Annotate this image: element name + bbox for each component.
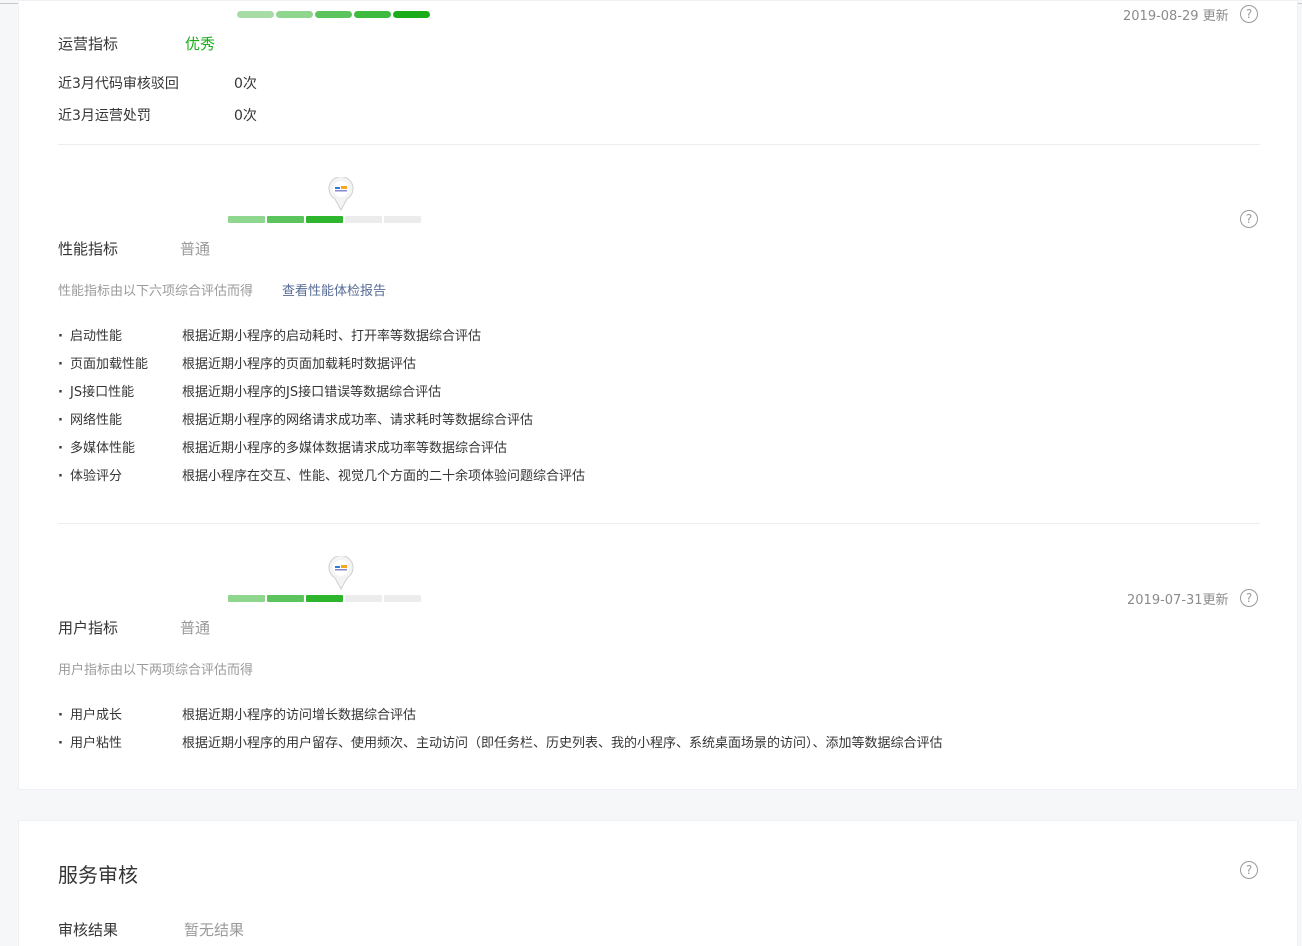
- ops-updated-date: 2019-08-29 更新: [1123, 9, 1229, 24]
- user-item-name: 用户成长: [58, 704, 122, 723]
- perf-item-desc: 根据近期小程序的页面加载耗时数据评估: [182, 357, 417, 372]
- ops-level-segment-2: [276, 11, 313, 18]
- ops-row-label: 近3月运营处罚: [58, 108, 151, 124]
- ops-level-segment-5: [393, 11, 430, 18]
- ops-indicator-value: 优秀: [185, 35, 216, 53]
- perf-item-desc: 根据近期小程序的JS接口错误等数据综合评估: [182, 385, 442, 400]
- section-divider: [58, 144, 1260, 145]
- ops-level-bar: [237, 11, 430, 18]
- ops-level-segment-4: [354, 11, 391, 18]
- user-intro-text: 用户指标由以下两项综合评估而得: [58, 663, 254, 678]
- user-help-icon[interactable]: ?: [1240, 589, 1258, 607]
- perf-level-bar: [228, 216, 421, 223]
- user-level-segment-5: [384, 595, 421, 602]
- ops-row-value: 0次: [234, 108, 257, 124]
- user-level-segment-4: [345, 595, 382, 602]
- perf-item-name: 启动性能: [58, 325, 122, 344]
- perf-item-name: 多媒体性能: [58, 437, 135, 456]
- user-level-bar: [228, 595, 421, 602]
- user-indicator-value: 普通: [180, 619, 211, 637]
- perf-item-name: JS接口性能: [58, 381, 134, 400]
- ops-level-segment-3: [315, 11, 352, 18]
- perf-level-segment-1: [228, 216, 265, 223]
- perf-level-segment-2: [267, 216, 304, 223]
- user-item-name: 用户粘性: [58, 732, 122, 751]
- review-result-label: 审核结果: [58, 921, 119, 939]
- perf-indicator-value: 普通: [180, 240, 211, 258]
- ops-row-label: 近3月代码审核驳回: [58, 76, 179, 92]
- perf-item-desc: 根据近期小程序的网络请求成功率、请求耗时等数据综合评估: [182, 413, 534, 428]
- service-review-title: 服务审核: [58, 863, 138, 887]
- user-level-segment-2: [267, 595, 304, 602]
- perf-item-desc: 根据小程序在交互、性能、视觉几个方面的二十余项体验问题综合评估: [182, 469, 586, 484]
- perf-item-name: 网络性能: [58, 409, 122, 428]
- perf-item-desc: 根据近期小程序的多媒体数据请求成功率等数据综合评估: [182, 441, 508, 456]
- ops-row-value: 0次: [234, 76, 257, 92]
- section-divider: [58, 523, 1260, 524]
- perf-indicator-label: 性能指标: [58, 240, 119, 258]
- user-item-desc: 根据近期小程序的用户留存、使用频次、主动访问（即任务栏、历史列表、我的小程序、系…: [182, 736, 943, 751]
- perf-level-segment-4: [345, 216, 382, 223]
- user-item-desc: 根据近期小程序的访问增长数据综合评估: [182, 708, 417, 723]
- perf-item-desc: 根据近期小程序的启动耗时、打开率等数据综合评估: [182, 329, 482, 344]
- user-updated-date: 2019-07-31更新: [1127, 593, 1229, 608]
- ops-indicator-label: 运营指标: [58, 35, 119, 53]
- level-marker-icon: [328, 177, 354, 211]
- perf-level-segment-5: [384, 216, 421, 223]
- ops-help-icon[interactable]: ?: [1240, 5, 1258, 23]
- perf-item-name: 页面加载性能: [58, 353, 148, 372]
- perf-intro-text: 性能指标由以下六项综合评估而得: [58, 284, 254, 299]
- user-indicator-label: 用户指标: [58, 619, 119, 637]
- perf-help-icon[interactable]: ?: [1240, 210, 1258, 228]
- level-marker-icon: [328, 556, 354, 590]
- user-level-segment-1: [228, 595, 265, 602]
- perf-report-link[interactable]: 查看性能体检报告: [282, 280, 386, 299]
- service-help-icon[interactable]: ?: [1240, 861, 1258, 879]
- perf-level-segment-3: [306, 216, 343, 223]
- indicator-card: 2019-08-29 更新 ? 运营指标 优秀 近3月代码审核驳回 0次 近3月…: [18, 0, 1298, 790]
- ops-level-segment-1: [237, 11, 274, 18]
- user-level-segment-3: [306, 595, 343, 602]
- review-result-value: 暂无结果: [184, 921, 245, 939]
- service-review-card: 服务审核 ? 审核结果 暂无结果: [18, 820, 1298, 946]
- perf-item-name: 体验评分: [58, 465, 122, 484]
